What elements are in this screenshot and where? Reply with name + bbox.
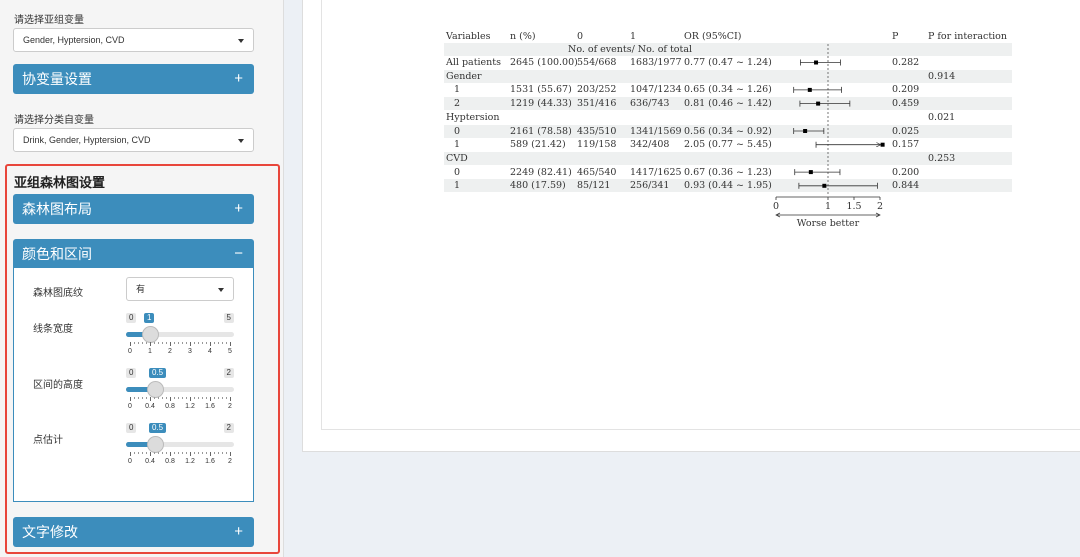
x-axis-tick-label: 1 <box>825 201 831 212</box>
slider-tick-label: 0.4 <box>145 458 155 465</box>
subgroup-var-label: 请选择亚组变量 <box>14 15 84 26</box>
point-estimate <box>808 170 813 175</box>
slider-min-label: 0 <box>126 368 137 378</box>
color-panel-title: 颜色和区间 <box>22 246 92 262</box>
categorical-var-value: Drink, Gender, Hyptersion, CVD <box>23 135 151 145</box>
point-estimate <box>803 129 808 133</box>
x-axis-tick-label: 0 <box>773 201 779 212</box>
point-estimate <box>814 60 819 65</box>
slider-tick-label: 4 <box>208 348 212 355</box>
slider-value-label: 0.5 <box>149 368 167 378</box>
ci-height-slider[interactable]: 0 0.5 2 0 0.4 0.8 1.2 1.6 2 <box>126 368 234 410</box>
slider-tick-label: 0 <box>128 348 132 355</box>
slider-handle[interactable] <box>147 436 164 453</box>
line-width-slider[interactable]: 0 1 5 012345 <box>126 313 234 355</box>
plus-icon: + <box>234 200 243 217</box>
slider-tick-label: 0.8 <box>165 458 175 465</box>
subgroup-var-select[interactable]: Gender, Hyptersion, CVD <box>13 28 254 52</box>
plus-icon: + <box>234 70 243 87</box>
point-estimate <box>822 183 827 188</box>
ci-height-label: 区间的高度 <box>33 380 83 391</box>
categorical-var-label: 请选择分类自变量 <box>14 115 94 126</box>
slider-tick-label: 1.2 <box>185 458 195 465</box>
x-axis-tick-label: 1.5 <box>846 201 861 212</box>
categorical-var-select[interactable]: Drink, Gender, Hyptersion, CVD <box>13 128 254 152</box>
background-label: 森林图底纹 <box>33 288 83 299</box>
x-axis-tick-label: 2 <box>877 201 883 212</box>
slider-tick-label: 1.6 <box>205 403 215 410</box>
point-estimate <box>816 101 821 106</box>
slider-tick-label: 5 <box>228 348 232 355</box>
point-size-slider[interactable]: 0 0.5 2 0 0.4 0.8 1.2 1.6 2 <box>126 423 234 465</box>
plus-icon: + <box>234 523 243 540</box>
slider-tick-label: 0 <box>128 458 132 465</box>
covariate-panel-title: 协变量设置 <box>22 71 92 87</box>
background-select[interactable]: 有 <box>126 277 234 301</box>
minus-icon: − <box>234 245 243 262</box>
background-value: 有 <box>136 284 146 294</box>
caret-down-icon <box>218 288 224 292</box>
slider-tick-label: 3 <box>188 348 192 355</box>
slider-min-label: 0 <box>126 313 137 323</box>
point-estimate <box>807 87 812 92</box>
sidebar: 请选择亚组变量 Gender, Hyptersion, CVD 协变量设置 + … <box>0 0 284 557</box>
line-width-label: 线条宽度 <box>33 324 73 335</box>
slider-tick-label: 1.6 <box>205 458 215 465</box>
forest-plot-graphics: 0 1 1.5 2 Worse better <box>773 44 885 229</box>
layout-panel-header[interactable]: 森林图布局 + <box>13 194 254 224</box>
slider-max-label: 2 <box>223 423 234 433</box>
slider-tick-label: 2 <box>168 348 172 355</box>
slider-max-label: 2 <box>223 368 234 378</box>
slider-tick-label: 1 <box>148 348 152 355</box>
text-panel-title: 文字修改 <box>22 524 78 540</box>
direction-label: Worse better <box>797 218 860 229</box>
text-panel-header[interactable]: 文字修改 + <box>13 517 254 547</box>
slider-min-label: 0 <box>126 423 137 433</box>
slider-tick-label: 0 <box>128 403 132 410</box>
slider-tick-label: 0.8 <box>165 403 175 410</box>
color-panel-header[interactable]: 颜色和区间 − <box>13 239 254 269</box>
slider-max-label: 5 <box>223 313 234 323</box>
caret-down-icon <box>238 139 244 143</box>
subgroup-var-value: Gender, Hyptersion, CVD <box>23 35 125 45</box>
slider-handle[interactable] <box>142 326 159 343</box>
slider-tick-label: 0.4 <box>145 403 155 410</box>
forest-section-title: 亚组森林图设置 <box>14 175 106 190</box>
slider-handle[interactable] <box>147 381 164 398</box>
slider-tick-label: 2 <box>228 458 232 465</box>
slider-tick-label: 1.2 <box>185 403 195 410</box>
covariate-panel-header[interactable]: 协变量设置 + <box>13 64 254 94</box>
caret-down-icon <box>238 39 244 43</box>
point-size-label: 点估计 <box>33 435 63 446</box>
slider-tick-label: 2 <box>228 403 232 410</box>
layout-panel-title: 森林图布局 <box>22 201 92 217</box>
point-estimate <box>880 142 885 147</box>
slider-value-label: 0.5 <box>149 423 167 433</box>
slider-value-label: 1 <box>144 313 155 323</box>
